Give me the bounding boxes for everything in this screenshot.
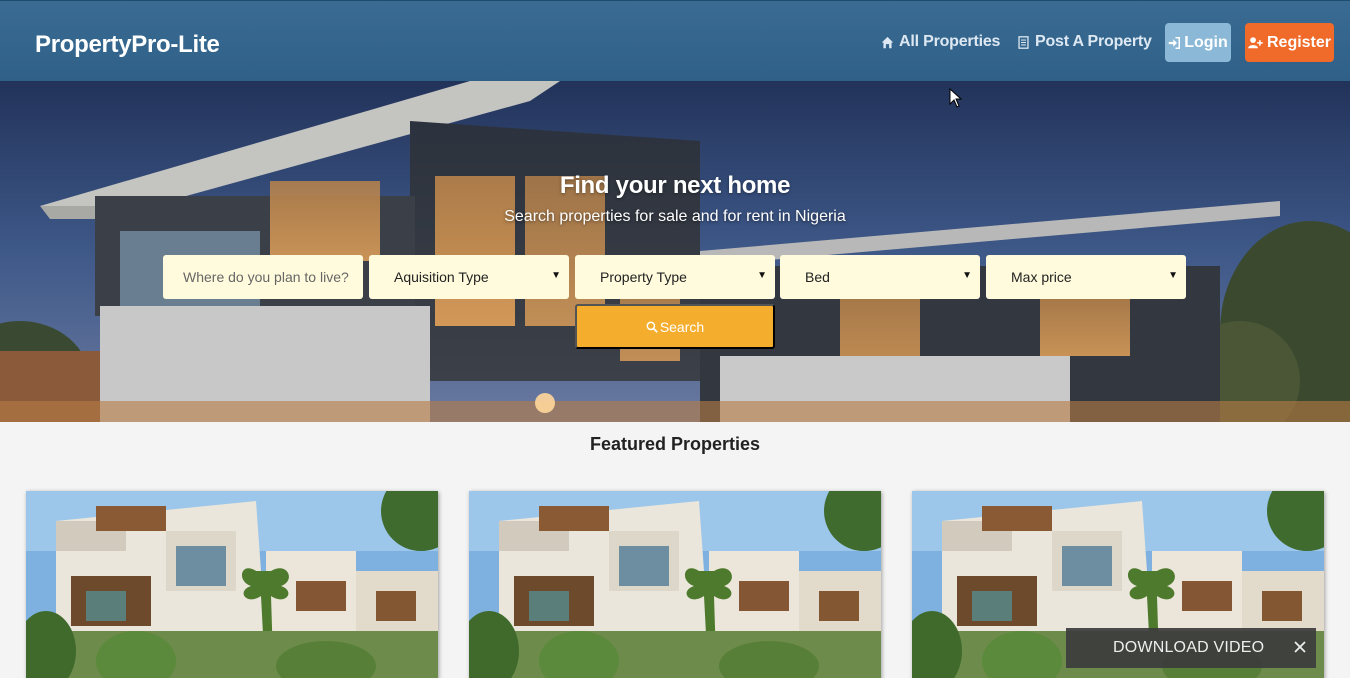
close-icon[interactable]	[1290, 637, 1310, 657]
house-background-image	[0, 81, 1350, 422]
search-button-label: Search	[659, 318, 705, 335]
download-video-bar[interactable]: DOWNLOAD VIDEO	[1066, 628, 1316, 668]
max-price-label: Max price	[1011, 269, 1072, 285]
hero-banner: Find your next home Search properties fo…	[0, 81, 1350, 422]
property-type-label: Property Type	[600, 269, 687, 285]
nav-post-property[interactable]: Post A Property	[1017, 33, 1152, 51]
caret-down-icon: ▼	[757, 270, 767, 281]
sign-in-icon	[1168, 36, 1181, 49]
brand-logo[interactable]: PropertyPro-Lite	[35, 31, 220, 59]
home-icon	[881, 36, 894, 48]
max-price-select[interactable]: Max price ▼	[986, 255, 1186, 299]
acquisition-type-label: Aquisition Type	[394, 269, 489, 285]
nav-all-properties[interactable]: All Properties	[881, 33, 1000, 51]
caret-down-icon: ▼	[1168, 270, 1178, 281]
caret-down-icon: ▼	[962, 270, 972, 281]
document-icon	[1018, 35, 1029, 49]
location-placeholder: Where do you plan to live?	[183, 269, 349, 285]
user-plus-icon	[1248, 37, 1263, 49]
hero-subtitle: Search properties for sale and for rent …	[504, 208, 846, 225]
mouse-cursor-icon	[949, 88, 963, 108]
search-button[interactable]: Search	[575, 304, 775, 349]
login-button[interactable]: Login	[1165, 23, 1231, 62]
property-photo	[26, 491, 438, 678]
bed-select[interactable]: Bed ▼	[780, 255, 980, 299]
download-video-label: DOWNLOAD VIDEO	[1113, 639, 1265, 656]
property-type-select[interactable]: Property Type ▼	[575, 255, 775, 299]
nav-all-properties-label: All Properties	[899, 33, 1001, 50]
acquisition-type-select[interactable]: Aquisition Type ▼	[369, 255, 569, 299]
bed-label: Bed	[805, 269, 830, 285]
login-label: Login	[1184, 33, 1228, 51]
property-photo	[469, 491, 881, 678]
location-input[interactable]: Where do you plan to live?	[163, 255, 363, 299]
featured-properties-heading: Featured Properties	[589, 434, 761, 454]
register-button[interactable]: Register	[1245, 23, 1334, 62]
nav-post-property-label: Post A Property	[1035, 33, 1152, 50]
hero-title: Find your next home	[559, 172, 791, 199]
property-card[interactable]	[469, 491, 881, 678]
register-label: Register	[1266, 33, 1332, 51]
property-card[interactable]	[26, 491, 438, 678]
navbar: PropertyPro-Lite All Properties Post A P…	[0, 0, 1350, 81]
caret-down-icon: ▼	[551, 270, 561, 281]
search-icon	[646, 321, 658, 333]
